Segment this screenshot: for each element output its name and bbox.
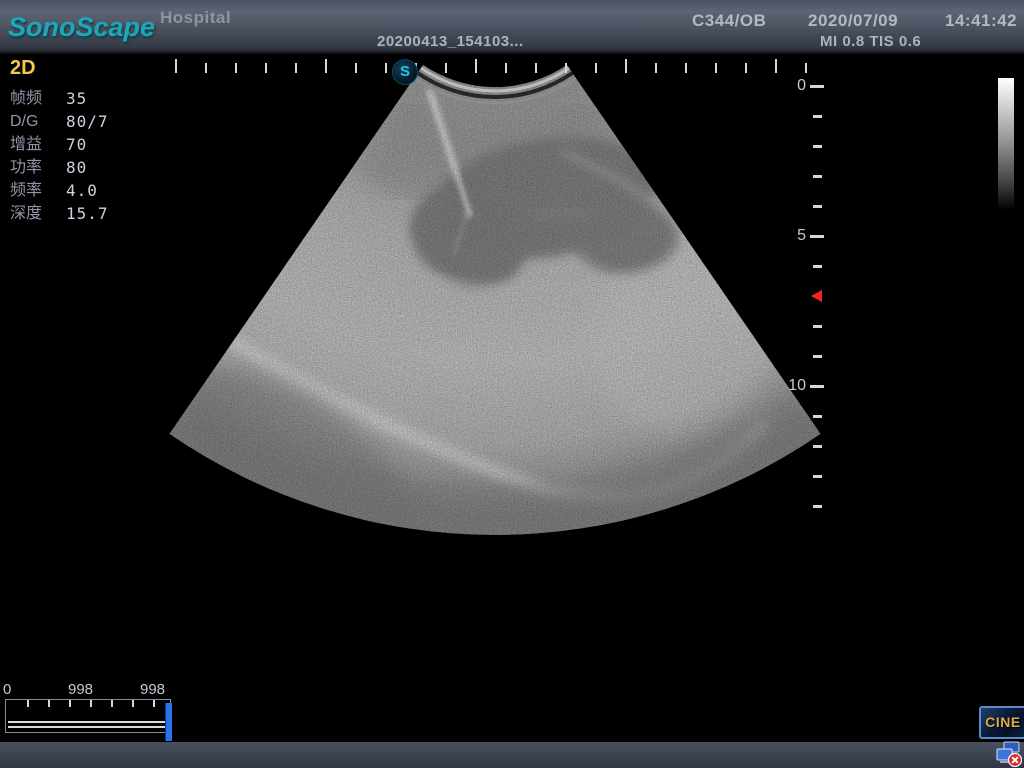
ruler-tick bbox=[385, 63, 387, 73]
ruler-tick bbox=[295, 63, 297, 73]
cine-start-frame: 0 bbox=[3, 681, 11, 698]
param-label: 深度 bbox=[10, 202, 66, 225]
ruler-tick bbox=[813, 205, 822, 208]
ruler-tick bbox=[810, 85, 824, 88]
ruler-tick bbox=[175, 59, 177, 73]
ruler-tick bbox=[355, 63, 357, 73]
ruler-tick bbox=[153, 700, 155, 707]
exam-id: 20200413_154103... bbox=[377, 33, 524, 50]
param-value: 80/7 bbox=[66, 110, 109, 133]
param-label: 帧频 bbox=[10, 87, 66, 110]
cine-button[interactable]: CINE bbox=[979, 706, 1024, 739]
ruler-tick bbox=[90, 700, 92, 707]
ruler-tick bbox=[235, 63, 237, 73]
param-value: 35 bbox=[66, 87, 87, 110]
param-label: D/G bbox=[10, 110, 66, 133]
ruler-tick bbox=[813, 355, 822, 358]
param-value: 70 bbox=[66, 133, 87, 156]
ruler-tick bbox=[535, 63, 537, 73]
ruler-tick bbox=[565, 63, 567, 73]
param-row-gain: 增益 70 bbox=[10, 133, 160, 156]
param-value: 80 bbox=[66, 156, 87, 179]
ruler-tick bbox=[813, 415, 822, 418]
param-value: 4.0 bbox=[66, 179, 98, 202]
ruler-tick bbox=[775, 59, 777, 73]
ruler-tick bbox=[475, 59, 477, 73]
hospital-name: Hospital bbox=[160, 8, 231, 28]
ruler-tick bbox=[205, 63, 207, 73]
cine-progress-track[interactable] bbox=[5, 699, 171, 733]
ruler-tick bbox=[325, 59, 327, 73]
param-row-depth: 深度 15.7 bbox=[10, 202, 160, 225]
ruler-tick bbox=[745, 63, 747, 73]
ruler-tick bbox=[813, 475, 822, 478]
depth-label-0: 0 bbox=[784, 77, 806, 95]
ultrasound-screen: SonoScape Hospital C344/OB 2020/07/09 14… bbox=[0, 0, 1024, 768]
status-bar bbox=[0, 742, 1024, 768]
cine-track-line bbox=[8, 721, 166, 723]
mi-tis-readout: MI 0.8 TIS 0.6 bbox=[820, 33, 921, 50]
ruler-tick bbox=[810, 235, 824, 238]
cine-total-frames: 998 bbox=[140, 681, 165, 698]
ruler-tick bbox=[813, 325, 822, 328]
network-disconnected-icon[interactable] bbox=[996, 741, 1022, 767]
ruler-tick bbox=[715, 63, 717, 73]
param-label: 增益 bbox=[10, 133, 66, 156]
ruler-tick bbox=[805, 63, 807, 73]
param-label: 功率 bbox=[10, 156, 66, 179]
ruler-tick bbox=[655, 63, 657, 73]
ruler-tick bbox=[132, 700, 134, 707]
param-row-power: 功率 80 bbox=[10, 156, 160, 179]
param-row-dynamic-range: D/G 80/7 bbox=[10, 110, 160, 133]
cine-position-cursor[interactable] bbox=[165, 703, 172, 741]
param-row-frequency: 频率 4.0 bbox=[10, 179, 160, 202]
ruler-tick bbox=[813, 115, 822, 118]
title-bar: SonoScape Hospital C344/OB 2020/07/09 14… bbox=[0, 0, 1024, 54]
param-label: 频率 bbox=[10, 179, 66, 202]
param-row-frame-rate: 帧频 35 bbox=[10, 87, 160, 110]
ruler-tick bbox=[48, 700, 50, 707]
grayscale-map-bar bbox=[998, 78, 1014, 210]
ruler-tick bbox=[813, 505, 822, 508]
ruler-tick bbox=[111, 700, 113, 707]
ruler-tick bbox=[69, 700, 71, 707]
ruler-tick bbox=[813, 445, 822, 448]
ruler-tick bbox=[445, 63, 447, 73]
ruler-tick bbox=[685, 63, 687, 73]
depth-label-5: 5 bbox=[784, 227, 806, 245]
ruler-tick bbox=[265, 63, 267, 73]
ruler-tick bbox=[505, 63, 507, 73]
ruler-tick bbox=[595, 63, 597, 73]
mode-label: 2D bbox=[10, 57, 160, 80]
system-date: 2020/07/09 bbox=[808, 11, 898, 31]
brand-logo: SonoScape bbox=[8, 12, 155, 43]
cine-current-frame: 998 bbox=[68, 681, 93, 698]
ruler-tick bbox=[813, 265, 822, 268]
ruler-tick bbox=[27, 700, 29, 707]
ruler-tick bbox=[813, 175, 822, 178]
focus-marker-icon[interactable] bbox=[811, 290, 822, 302]
system-time: 14:41:42 bbox=[945, 11, 1017, 31]
imaging-parameters-panel: 2D 帧频 35 D/G 80/7 增益 70 功率 80 频率 4.0 深度 … bbox=[10, 57, 160, 225]
ruler-tick bbox=[810, 385, 824, 388]
ruler-tick bbox=[625, 59, 627, 73]
probe-preset: C344/OB bbox=[692, 11, 766, 31]
cine-track-line bbox=[8, 726, 166, 728]
probe-orientation-marker: S bbox=[392, 59, 418, 85]
depth-label-10: 10 bbox=[784, 377, 806, 395]
ruler-tick bbox=[813, 145, 822, 148]
param-value: 15.7 bbox=[66, 202, 109, 225]
